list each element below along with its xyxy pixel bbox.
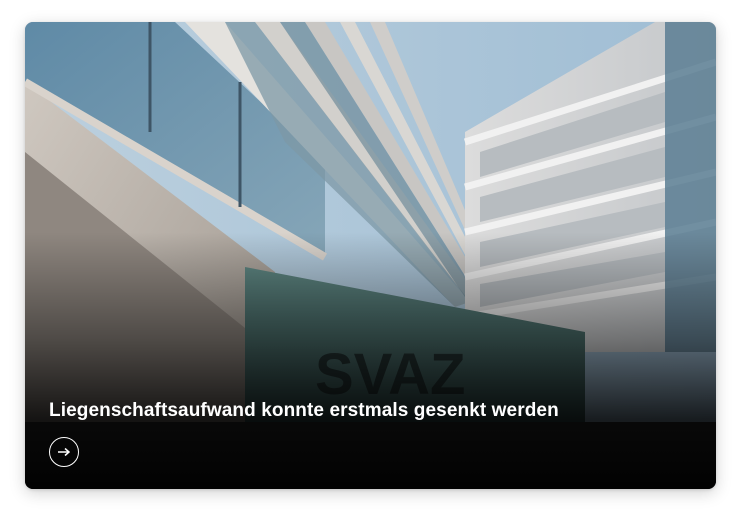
news-card[interactable]: SVAZ Liegenschaftsaufwand konnte erstmal… xyxy=(25,22,716,489)
arrow-right-icon xyxy=(58,447,71,457)
card-title[interactable]: Liegenschaftsaufwand konnte erstmals ges… xyxy=(49,400,559,422)
read-more-button[interactable] xyxy=(49,437,79,467)
